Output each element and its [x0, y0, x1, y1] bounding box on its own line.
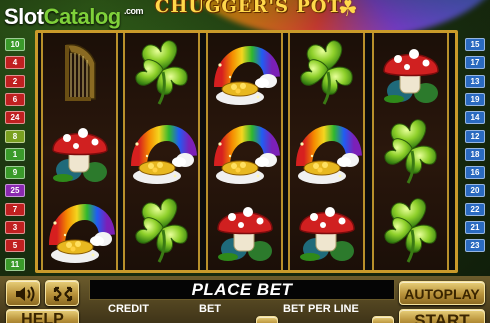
- reel-2: [123, 33, 200, 270]
- harp-icon: [65, 43, 96, 101]
- speaker-icon: [16, 286, 35, 302]
- payline-badge: 1: [5, 147, 25, 161]
- payline-badge: 7: [5, 202, 25, 216]
- reel-cell: [43, 33, 116, 112]
- payline-badge: 19: [465, 92, 485, 106]
- payline-badge: 10: [5, 38, 25, 51]
- payline-badge: 8: [5, 129, 25, 143]
- reel-cell: [374, 191, 447, 270]
- reel-cell: [208, 33, 281, 112]
- reel-cell: [125, 33, 198, 112]
- pot-of-gold-icon: [296, 125, 362, 184]
- watermark-slot: Slot: [4, 4, 44, 29]
- reel-cell: [374, 33, 447, 112]
- payline-badge: 14: [465, 111, 485, 125]
- bet-increase-button[interactable]: [372, 316, 394, 323]
- reel-cell: [374, 112, 447, 191]
- bet-decrease-button[interactable]: [256, 316, 278, 323]
- credit-label: CREDIT: [108, 303, 149, 315]
- payline-badge: 9: [5, 166, 25, 180]
- reel-cell: [208, 112, 281, 191]
- bet-label: BET: [199, 303, 221, 315]
- payline-badge: 13: [465, 74, 485, 88]
- help-button[interactable]: HELP: [6, 309, 79, 323]
- mushroom-icon: [52, 128, 108, 182]
- pot-of-gold-icon: [214, 46, 280, 105]
- clover-title-icon: ☘: [338, 0, 358, 21]
- payline-badge: 16: [465, 166, 485, 180]
- payline-badge: 20: [465, 184, 485, 198]
- sound-button[interactable]: [6, 280, 40, 306]
- payline-badge: 4: [5, 56, 25, 70]
- reel-cell: [125, 191, 198, 270]
- mushroom-icon: [383, 49, 439, 103]
- watermark-catalog: Catalog: [43, 4, 122, 29]
- pot-of-gold-icon: [49, 204, 115, 263]
- clover-icon: [300, 40, 353, 105]
- reel-cell: [290, 112, 363, 191]
- mushroom-icon: [299, 207, 355, 261]
- payline-badge: 2: [5, 74, 25, 88]
- watermark-logo: SlotCatalog .com: [4, 4, 144, 30]
- fullscreen-button[interactable]: [45, 280, 79, 306]
- reel-1: [41, 33, 118, 270]
- reel-4: [288, 33, 365, 270]
- watermark-com: .com: [124, 6, 144, 16]
- payline-badge: 17: [465, 56, 485, 70]
- game-title: CHUGGER'S POT: [155, 0, 342, 17]
- payline-badge: 21: [465, 221, 485, 234]
- payline-badge: 3: [5, 221, 25, 234]
- clover-icon: [384, 119, 437, 184]
- payline-badge: 25: [5, 184, 25, 198]
- payline-badge: 11: [5, 257, 25, 271]
- clover-icon: [384, 198, 437, 263]
- payline-badge: 12: [465, 129, 485, 143]
- mushroom-icon: [217, 207, 273, 261]
- clover-icon: [135, 198, 188, 263]
- payline-badge: 23: [465, 239, 485, 253]
- reel-cell: [290, 33, 363, 112]
- reel-3: [206, 33, 283, 270]
- payline-badge: 6: [5, 92, 25, 106]
- message-display: PLACE BET: [89, 279, 395, 300]
- pot-of-gold-icon: [214, 125, 280, 184]
- bet-per-line-label: BET PER LINE: [283, 303, 359, 315]
- payline-badge: 22: [465, 202, 485, 216]
- reel-cell: [125, 112, 198, 191]
- clover-icon: [135, 40, 188, 105]
- reel-cell: [208, 191, 281, 270]
- start-button[interactable]: START: [399, 309, 485, 323]
- pot-of-gold-icon: [131, 125, 197, 184]
- payline-badge: 18: [465, 147, 485, 161]
- reel-cell: [290, 191, 363, 270]
- payline-badge: 5: [5, 239, 25, 253]
- reel-cell: [43, 191, 116, 270]
- autoplay-button[interactable]: AUTOPLAY: [399, 281, 485, 305]
- reel-5: [372, 33, 449, 270]
- payline-badge: 15: [465, 38, 485, 51]
- reel-cell: [43, 112, 116, 191]
- payline-badge: 24: [5, 111, 25, 125]
- game-screen: CHUGGER'S POT ☘ SlotCatalog .com 10 4 2 …: [0, 0, 490, 323]
- fullscreen-icon: [53, 286, 73, 302]
